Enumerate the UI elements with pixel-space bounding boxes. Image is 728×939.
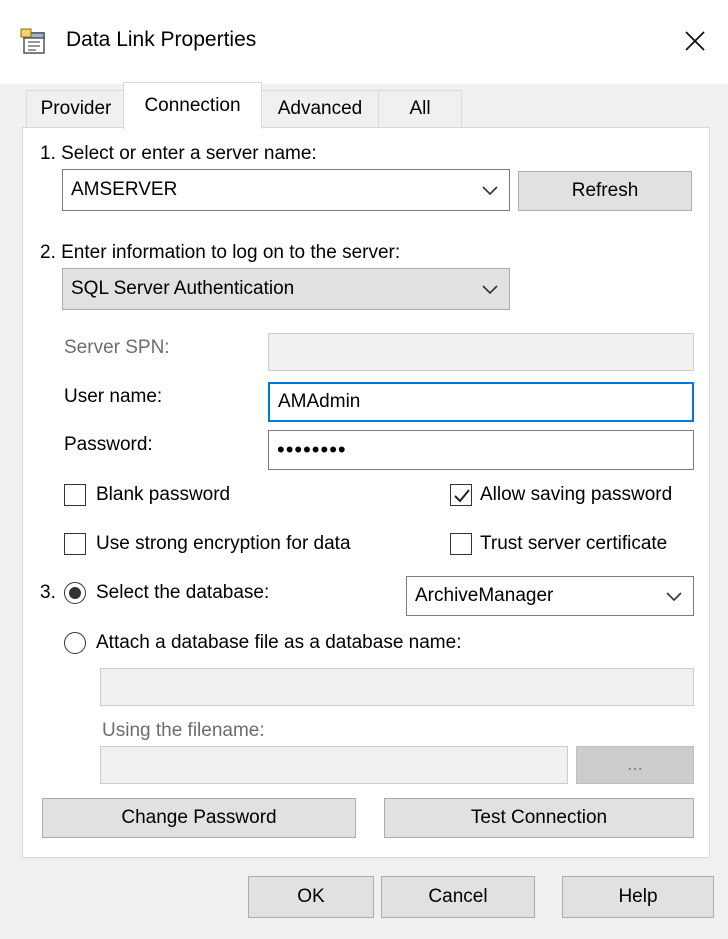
- cancel-button[interactable]: Cancel: [381, 876, 535, 918]
- tab-connection[interactable]: Connection: [123, 82, 262, 129]
- help-button[interactable]: Help: [562, 876, 714, 918]
- chevron-down-icon: [482, 285, 498, 295]
- database-value: ArchiveManager: [415, 585, 554, 606]
- attach-database-radio[interactable]: [64, 632, 86, 654]
- filename-label: Using the filename:: [102, 720, 265, 741]
- tab-all[interactable]: All: [378, 90, 462, 127]
- chevron-down-icon: [666, 592, 682, 602]
- refresh-button[interactable]: Refresh: [518, 171, 692, 211]
- test-connection-button[interactable]: Test Connection: [384, 798, 694, 838]
- checkmark-icon: [454, 489, 470, 503]
- trust-server-certificate-checkbox[interactable]: [450, 533, 472, 555]
- strong-encryption-checkbox[interactable]: [64, 533, 86, 555]
- window-title: Data Link Properties: [66, 28, 257, 51]
- allow-saving-password-label: Allow saving password: [480, 484, 673, 505]
- trust-server-certificate-label: Trust server certificate: [480, 533, 668, 554]
- attach-database-input[interactable]: [100, 668, 694, 706]
- radio-selected-dot: [69, 587, 81, 599]
- browse-button[interactable]: ...: [576, 746, 694, 784]
- password-label: Password:: [64, 434, 153, 455]
- blank-password-checkbox[interactable]: [64, 484, 86, 506]
- chevron-down-icon: [482, 186, 498, 196]
- tab-advanced[interactable]: Advanced: [260, 90, 380, 127]
- user-name-value: AMAdmin: [278, 391, 361, 412]
- authentication-combobox[interactable]: SQL Server Authentication: [62, 268, 510, 310]
- tab-provider[interactable]: Provider: [26, 90, 126, 127]
- tab-label: All: [409, 98, 431, 119]
- authentication-value: SQL Server Authentication: [71, 278, 295, 299]
- tab-label: Advanced: [277, 98, 363, 119]
- select-database-radio[interactable]: [64, 582, 86, 604]
- tab-label: Connection: [144, 95, 241, 116]
- select-database-label: Select the database:: [96, 582, 270, 603]
- data-link-icon: [20, 28, 45, 54]
- server-name-label: 1. Select or enter a server name:: [40, 143, 317, 164]
- server-spn-label: Server SPN:: [64, 337, 170, 358]
- blank-password-label: Blank password: [96, 484, 231, 505]
- change-password-button[interactable]: Change Password: [42, 798, 356, 838]
- attach-database-label: Attach a database file as a database nam…: [96, 632, 462, 653]
- password-input[interactable]: ••••••••: [268, 430, 694, 470]
- user-name-input[interactable]: AMAdmin: [268, 382, 694, 422]
- step3-number: 3.: [40, 582, 56, 603]
- ok-button[interactable]: OK: [248, 876, 374, 918]
- password-value: ••••••••: [277, 437, 347, 462]
- filename-input[interactable]: [100, 746, 568, 784]
- close-icon: [685, 31, 705, 51]
- server-name-value: AMSERVER: [71, 179, 178, 200]
- tab-label: Provider: [40, 98, 112, 119]
- server-name-combobox[interactable]: AMSERVER: [62, 169, 510, 211]
- server-spn-input[interactable]: [268, 333, 694, 371]
- allow-saving-password-checkbox[interactable]: [450, 484, 472, 506]
- database-combobox[interactable]: ArchiveManager: [406, 576, 694, 616]
- close-button[interactable]: [672, 16, 718, 66]
- strong-encryption-label: Use strong encryption for data: [96, 533, 351, 554]
- logon-info-label: 2. Enter information to log on to the se…: [40, 242, 401, 263]
- user-name-label: User name:: [64, 386, 163, 407]
